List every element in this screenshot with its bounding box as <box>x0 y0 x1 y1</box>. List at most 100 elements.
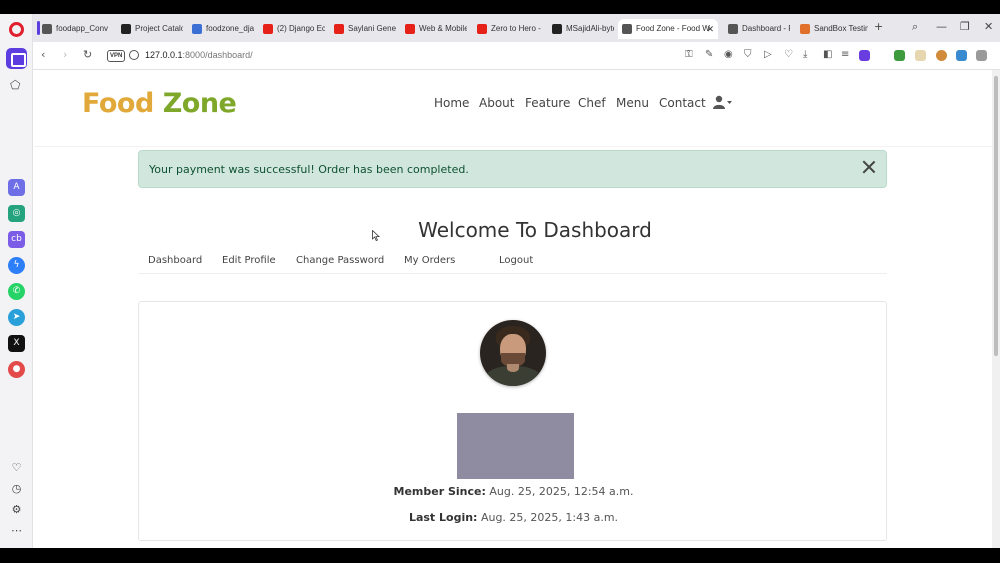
url-field[interactable]: 127.0.0.1:8000/dashboard/ <box>145 50 253 60</box>
browser-tab[interactable]: Zero to Hero - <box>473 19 543 39</box>
play-icon[interactable]: ▷ <box>764 49 772 60</box>
aria-icon[interactable]: A <box>8 179 25 196</box>
browser-tab[interactable]: foodzone_djan <box>188 19 254 39</box>
dash-menu-logout[interactable]: Logout <box>499 255 533 266</box>
edit-icon[interactable]: ✎ <box>705 49 713 60</box>
url-path: :8000/dashboard/ <box>182 50 253 60</box>
more-icon[interactable]: ⋯ <box>10 524 23 537</box>
dash-menu-change-password[interactable]: Change Password <box>296 255 384 266</box>
browser-tab[interactable]: (2) Django Eco <box>259 19 325 39</box>
extension-2-icon[interactable] <box>915 50 926 61</box>
search-tabs-icon[interactable]: ⌕ <box>912 20 918 34</box>
tab-favicon-icon <box>334 24 344 34</box>
profile-card: Member Since: Aug. 25, 2025, 12:54 a.m. … <box>138 301 887 541</box>
tab-favicon-icon <box>552 24 562 34</box>
tab-label: Food Zone - Food W <box>636 24 710 33</box>
vpn-badge[interactable]: VPN <box>107 50 126 62</box>
address-bar: ‹ › ↻ VPN 127.0.0.1:8000/dashboard/ ⚿ ✎ … <box>33 42 1000 70</box>
user-dropdown-icon[interactable] <box>713 95 733 109</box>
browser-tab[interactable]: Project Catalo <box>117 19 183 39</box>
header-divider <box>34 146 992 147</box>
minimize-icon[interactable]: — <box>936 20 947 33</box>
tab-favicon-icon <box>263 24 273 34</box>
dash-menu-dashboard[interactable]: Dashboard <box>148 255 202 266</box>
page-scrollbar[interactable] <box>992 70 1000 548</box>
last-login-value: Aug. 25, 2025, 1:43 a.m. <box>480 511 619 524</box>
cb-icon[interactable]: cb <box>8 231 25 248</box>
tab-bar: foodapp_Conv Project Catalo foodzone_djan (… <box>33 14 1000 42</box>
alert-close-icon[interactable] <box>862 160 876 174</box>
browser-tab[interactable]: Saylani Genera <box>330 19 396 39</box>
tab-favicon-icon <box>622 24 632 34</box>
dash-menu-edit-profile[interactable]: Edit Profile <box>222 255 276 266</box>
reload-icon[interactable]: ↻ <box>83 48 92 61</box>
brand-food: Food <box>82 88 163 119</box>
avatar <box>480 320 546 386</box>
browser-tab[interactable]: MSajidAli-byte <box>548 19 614 39</box>
tab-label: Zero to Hero - <box>491 24 541 33</box>
whatsapp-icon[interactable]: ✆ <box>8 283 25 300</box>
profile-extension-icon[interactable] <box>859 50 870 61</box>
opera-logo-icon[interactable] <box>9 22 24 37</box>
forward-icon[interactable]: › <box>63 48 67 61</box>
tab-favicon-icon <box>42 24 52 34</box>
menu-icon[interactable]: ≡ <box>841 49 849 60</box>
download-icon[interactable]: ⤓ <box>803 49 807 60</box>
scrollbar-thumb[interactable] <box>994 76 998 356</box>
nav-feature[interactable]: Feature <box>525 96 570 110</box>
cookie-extension-icon[interactable] <box>936 50 947 61</box>
nav-contact[interactable]: Contact <box>659 96 706 110</box>
history-icon[interactable]: ◷ <box>10 482 23 495</box>
web-page: Food Zone Home About Feature Chef Menu C… <box>34 70 992 548</box>
sidebar-toggle-icon[interactable]: ◧ <box>823 49 832 60</box>
chatgpt-icon[interactable]: ◎ <box>8 205 25 222</box>
tab-favicon-icon <box>405 24 415 34</box>
redacted-block <box>457 413 574 479</box>
browser-tab[interactable]: Dashboard - F <box>724 19 790 39</box>
nav-home[interactable]: Home <box>434 96 469 110</box>
camera-icon[interactable]: ◉ <box>724 49 733 60</box>
tab-label: SandBox Testin <box>814 24 868 33</box>
dash-menu-my-orders[interactable]: My Orders <box>404 255 455 266</box>
nav-menu[interactable]: Menu <box>616 96 649 110</box>
dashboard-title: Welcome To Dashboard <box>418 218 652 242</box>
home-icon[interactable] <box>6 48 27 69</box>
browser-window: ⬠ A ◎ cb ϟ ✆ ➤ X ● ♡ ◷ ⚙ ⋯ foodapp_Conv P… <box>0 14 1000 548</box>
new-tab-icon[interactable]: + <box>874 20 883 33</box>
last-login-label: Last Login: <box>408 511 478 524</box>
nav-chef[interactable]: Chef <box>578 96 606 110</box>
browser-tab[interactable]: foodapp_Conv <box>38 19 112 39</box>
music-player-icon[interactable]: ● <box>8 361 25 378</box>
browser-tab[interactable]: Food Zone - Food W ✕ <box>618 19 718 39</box>
shield-icon[interactable]: ⛉ <box>744 49 752 60</box>
nav-about[interactable]: About <box>479 96 514 110</box>
x-twitter-icon[interactable]: X <box>8 335 25 352</box>
restore-icon[interactable]: ❐ <box>960 20 970 33</box>
tab-favicon-icon <box>121 24 131 34</box>
back-icon[interactable]: ‹ <box>41 48 45 61</box>
last-login: Last Login: Aug. 25, 2025, 1:43 a.m. <box>139 511 888 524</box>
tab-label: Web & Mobile <box>419 24 467 33</box>
favorite-icon[interactable]: ♡ <box>784 49 793 60</box>
tab-close-icon[interactable]: ✕ <box>706 19 714 39</box>
brand-logo[interactable]: Food Zone <box>82 88 237 119</box>
key-icon[interactable]: ⚿ <box>685 49 693 60</box>
extensions-menu-icon[interactable] <box>976 50 987 61</box>
site-info-icon[interactable] <box>129 50 139 60</box>
telegram-icon[interactable]: ➤ <box>8 309 25 326</box>
extension-1-icon[interactable] <box>894 50 905 61</box>
extension-3-icon[interactable] <box>956 50 967 61</box>
tab-label: foodapp_Conv <box>56 24 109 33</box>
heart-icon[interactable]: ♡ <box>10 461 23 474</box>
brand-zone: Zone <box>162 88 237 119</box>
tab-label: Project Catalo <box>135 24 183 33</box>
member-since-value: Aug. 25, 2025, 12:54 a.m. <box>489 485 634 498</box>
tab-label: Saylani Genera <box>348 24 396 33</box>
url-host: 127.0.0.1 <box>145 50 183 60</box>
close-window-icon[interactable]: ✕ <box>984 20 993 33</box>
settings-icon[interactable]: ⚙ <box>10 503 23 516</box>
browser-tab[interactable]: Web & Mobile <box>401 19 467 39</box>
pin-icon[interactable]: ⬠ <box>10 78 20 92</box>
messenger-icon[interactable]: ϟ <box>8 257 25 274</box>
browser-tab[interactable]: SandBox Testin <box>796 19 868 39</box>
